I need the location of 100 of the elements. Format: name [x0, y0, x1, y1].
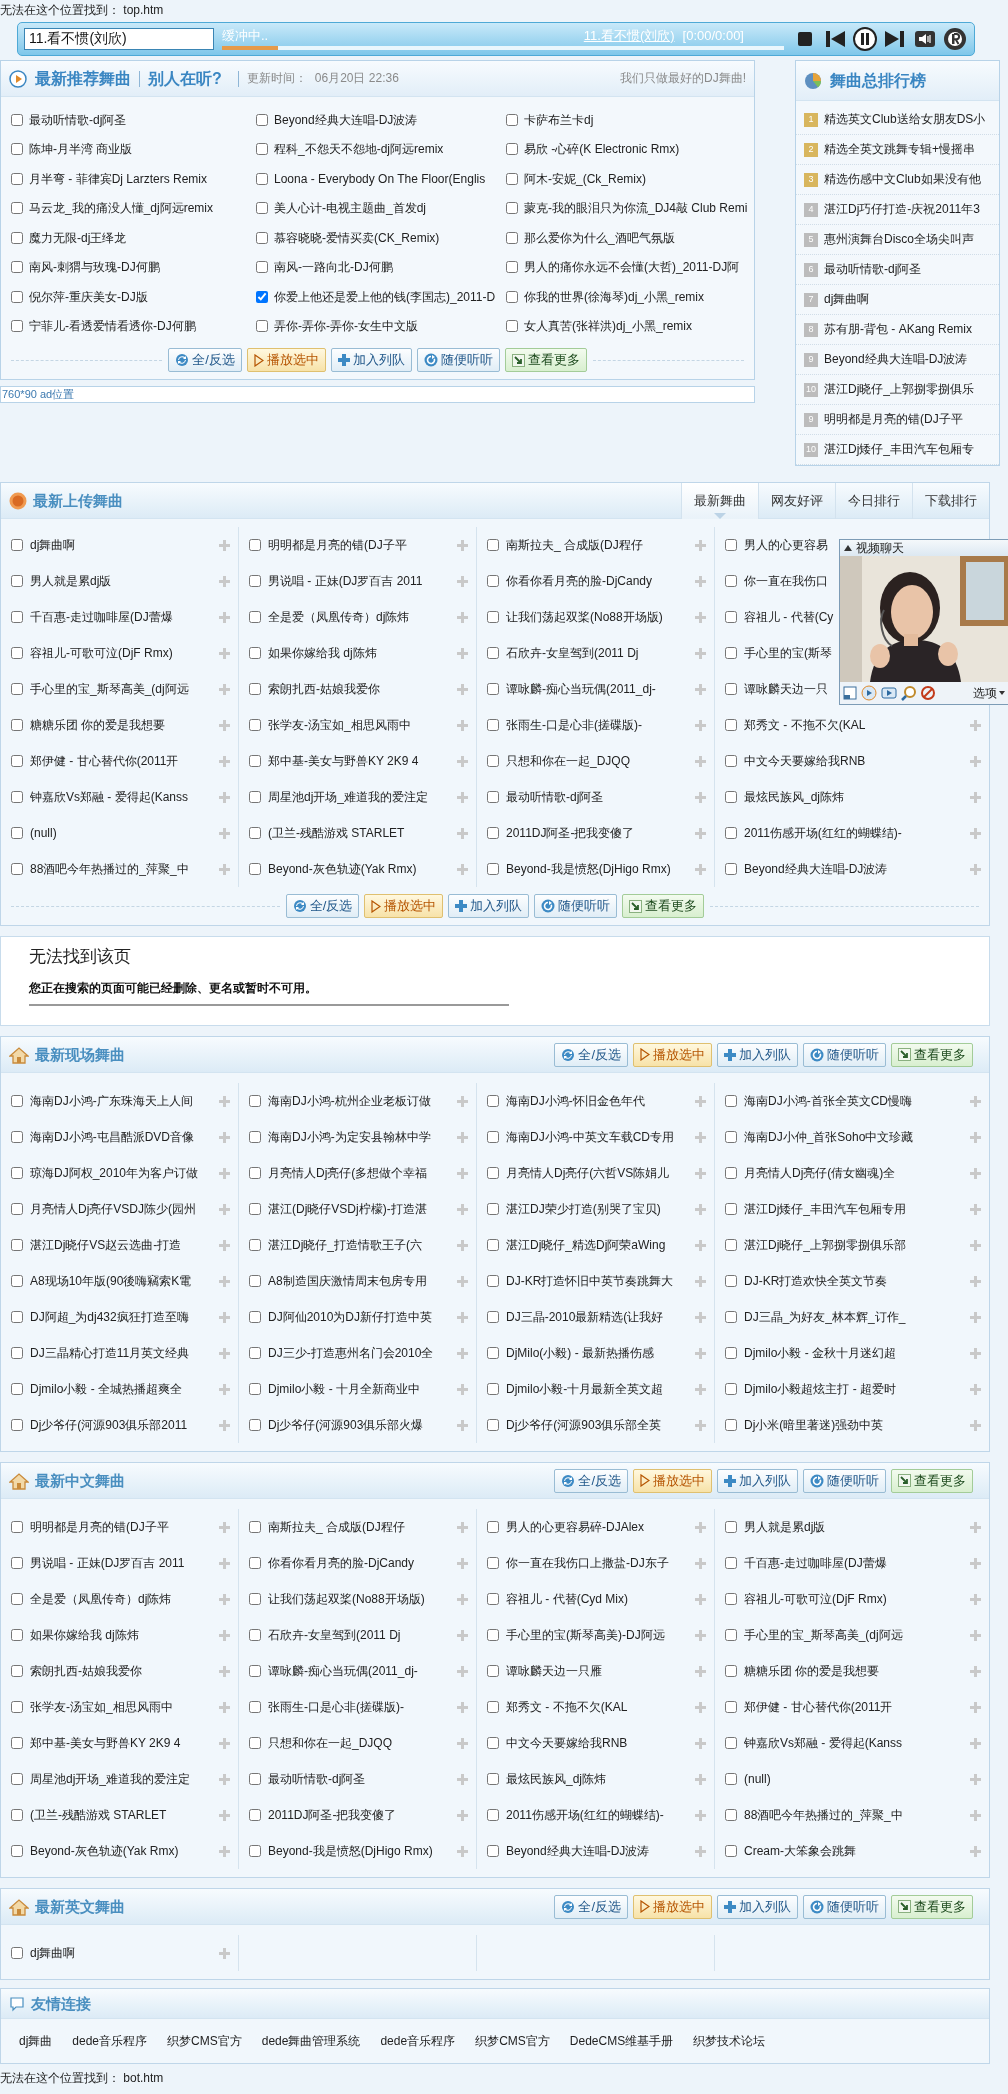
song-title[interactable]: 海南DJ小鸿-首张全英文CD慢嗨	[744, 1093, 912, 1109]
song-title[interactable]: 湛江Dj晓仔_打造情歌王子(六	[268, 1237, 422, 1253]
song-checkbox[interactable]	[249, 1311, 261, 1323]
song-title[interactable]: 倪尔萍-重庆美女-DJ版	[29, 289, 148, 304]
add-to-queue-button[interactable]: 加入列队	[717, 1468, 798, 1493]
song-checkbox[interactable]	[249, 1131, 261, 1143]
song-checkbox[interactable]	[487, 1737, 499, 1749]
block-icon[interactable]	[921, 686, 935, 700]
play-selected-button[interactable]: 播放选中	[633, 1894, 712, 1919]
song-title[interactable]: 容祖儿-可歌可泣(DjF Rmx)	[30, 645, 173, 661]
song-checkbox[interactable]	[11, 1737, 23, 1749]
song-title[interactable]: (卫兰-残酷游戏 STARLET	[30, 1807, 167, 1823]
song-checkbox[interactable]	[11, 1383, 23, 1395]
song-title[interactable]: 最炫民族风_dj陈炜	[506, 1771, 606, 1787]
song-checkbox[interactable]	[11, 827, 23, 839]
song-checkbox[interactable]	[506, 202, 518, 215]
friend-link[interactable]: dede舞曲管理系统	[261, 2033, 361, 2049]
song-title[interactable]: 男说唱 - 正妹(DJ罗百吉 2011	[30, 1555, 185, 1571]
song-checkbox[interactable]	[249, 575, 261, 587]
song-checkbox[interactable]	[506, 320, 518, 333]
track-field[interactable]: 11.看不惯(刘欣)	[24, 28, 214, 50]
song-title[interactable]: 全是爱（凤凰传奇）dj陈炜	[30, 1591, 172, 1607]
song-checkbox[interactable]	[725, 1131, 737, 1143]
song-checkbox[interactable]	[725, 1347, 737, 1359]
song-title[interactable]: 2011DJ阿圣-把我变傻了	[268, 1807, 397, 1823]
song-title[interactable]: 你爱上他还是爱上他的钱(李国志)_2011-D	[274, 289, 496, 304]
song-title[interactable]: A8现场10年版(90後嗨竊索K電	[30, 1273, 192, 1289]
song-title[interactable]: Djmilo小毅 - 十月全新商业中	[268, 1381, 420, 1397]
song-title[interactable]: 海南DJ小仲_首张Soho中文珍藏	[744, 1129, 914, 1145]
song-checkbox[interactable]	[11, 1311, 23, 1323]
record-button[interactable]	[942, 27, 968, 51]
song-checkbox[interactable]	[249, 1383, 261, 1395]
song-checkbox[interactable]	[487, 827, 499, 839]
song-title[interactable]: DjMilo(小毅) - 最新热播伤感	[506, 1345, 654, 1361]
song-title[interactable]: 琼海DJ阿权_2010年为客户订做	[30, 1165, 199, 1181]
song-checkbox[interactable]	[11, 611, 23, 623]
song-checkbox[interactable]	[487, 1311, 499, 1323]
song-checkbox[interactable]	[725, 1311, 737, 1323]
song-title[interactable]: 2011伤感开场(红红的蝴蝶结)-	[506, 1807, 664, 1823]
song-title[interactable]: Beyond经典大连唱-DJ波涛	[274, 112, 418, 127]
song-title[interactable]: (卫兰-残酷游戏 STARLET	[268, 825, 405, 841]
song-checkbox[interactable]	[487, 1773, 499, 1785]
song-title[interactable]: Dj小米(暗里著迷)强劲中英	[744, 1417, 884, 1433]
song-checkbox[interactable]	[725, 1845, 737, 1857]
song-title[interactable]: DJ阿仙2010为DJ新仔打造中英	[268, 1309, 433, 1325]
song-checkbox[interactable]	[725, 755, 737, 767]
song-checkbox[interactable]	[725, 1629, 737, 1641]
song-title[interactable]: 手心里的宝(斯琴	[744, 645, 832, 661]
song-title[interactable]: 湛江Dj巧仔打造-庆祝2011年3	[824, 202, 980, 217]
song-title[interactable]: 你看你看月亮的脸-DjCandy	[506, 573, 652, 589]
song-title[interactable]: 月亮情人Dj亮仔(倩女幽魂)全	[744, 1165, 896, 1181]
song-checkbox[interactable]	[725, 539, 737, 551]
song-checkbox[interactable]	[725, 827, 737, 839]
play-selected-button[interactable]: 播放选中	[633, 1468, 712, 1493]
song-title[interactable]: Beyond-我是愤怒(DjHigo Rmx)	[506, 861, 671, 877]
song-title[interactable]: 易欣 -心碎(K Electronic Rmx)	[524, 142, 680, 157]
song-title[interactable]: 那么爱你为什么_酒吧气氛版	[524, 230, 675, 245]
song-title[interactable]: 张雨生-口是心非(搓碟版)-	[506, 717, 642, 733]
song-checkbox[interactable]	[11, 1167, 23, 1179]
song-checkbox[interactable]	[249, 1275, 261, 1287]
song-title[interactable]: 惠州演舞台Disco全场尖叫声	[824, 232, 974, 247]
add-to-queue-button[interactable]: 加入列队	[717, 1894, 798, 1919]
song-title[interactable]: DJ三晶-2010最新精选(让我好	[506, 1309, 664, 1325]
song-checkbox[interactable]	[506, 290, 518, 303]
song-checkbox[interactable]	[11, 1203, 23, 1215]
song-title[interactable]: A8制造国庆激情周末包房专用	[268, 1273, 427, 1289]
friend-link[interactable]: 织梦CMS官方	[167, 2033, 242, 2049]
song-title[interactable]: 美人心计-电视主题曲_首发dj	[274, 201, 426, 216]
song-title[interactable]: 最动听情歌-dj阿圣	[29, 112, 127, 127]
friend-link[interactable]: dj舞曲	[19, 2033, 53, 2049]
song-title[interactable]: 郑秀文 - 不拖不欠(KAL	[506, 1699, 628, 1715]
song-checkbox[interactable]	[11, 261, 23, 274]
song-checkbox[interactable]	[487, 575, 499, 587]
song-checkbox[interactable]	[487, 1095, 499, 1107]
song-checkbox[interactable]	[11, 1665, 23, 1677]
song-title[interactable]: 海南DJ小鸿-中英文车载CD专用	[506, 1129, 674, 1145]
friend-link[interactable]: DedeCMS维基手册	[569, 2033, 674, 2049]
song-title[interactable]: 海南DJ小鸿-杭州企业老板订做	[268, 1093, 431, 1109]
song-checkbox[interactable]	[249, 647, 261, 659]
song-checkbox[interactable]	[487, 611, 499, 623]
tab[interactable]: 下载排行	[912, 482, 989, 519]
song-title[interactable]: 湛江(Dj晓仔VSDj柠檬)-打造湛	[268, 1201, 427, 1217]
song-title[interactable]: 周星池dj开场_难道我的爱注定	[268, 789, 428, 805]
song-title[interactable]: 海南DJ小鸿-屯昌酷派DVD音像	[30, 1129, 194, 1145]
song-checkbox[interactable]	[725, 1239, 737, 1251]
song-checkbox[interactable]	[487, 1665, 499, 1677]
song-checkbox[interactable]	[249, 1239, 261, 1251]
song-title[interactable]: 男人就是累dj版	[744, 1519, 826, 1535]
song-checkbox[interactable]	[249, 1095, 261, 1107]
song-title[interactable]: 88酒吧今年热播过的_萍聚_中	[744, 1807, 903, 1823]
song-checkbox[interactable]	[249, 539, 261, 551]
song-checkbox[interactable]	[506, 261, 518, 274]
song-checkbox[interactable]	[11, 231, 23, 244]
song-title[interactable]: 明明都是月亮的错(DJ子平	[268, 537, 407, 553]
song-checkbox[interactable]	[487, 539, 499, 551]
view-more-button[interactable]: 查看更多	[891, 1468, 973, 1493]
select-all-button[interactable]: 全/反选	[168, 348, 242, 372]
song-title[interactable]: 男人就是累dj版	[30, 573, 112, 589]
song-checkbox[interactable]	[11, 1131, 23, 1143]
song-checkbox[interactable]	[506, 113, 518, 126]
